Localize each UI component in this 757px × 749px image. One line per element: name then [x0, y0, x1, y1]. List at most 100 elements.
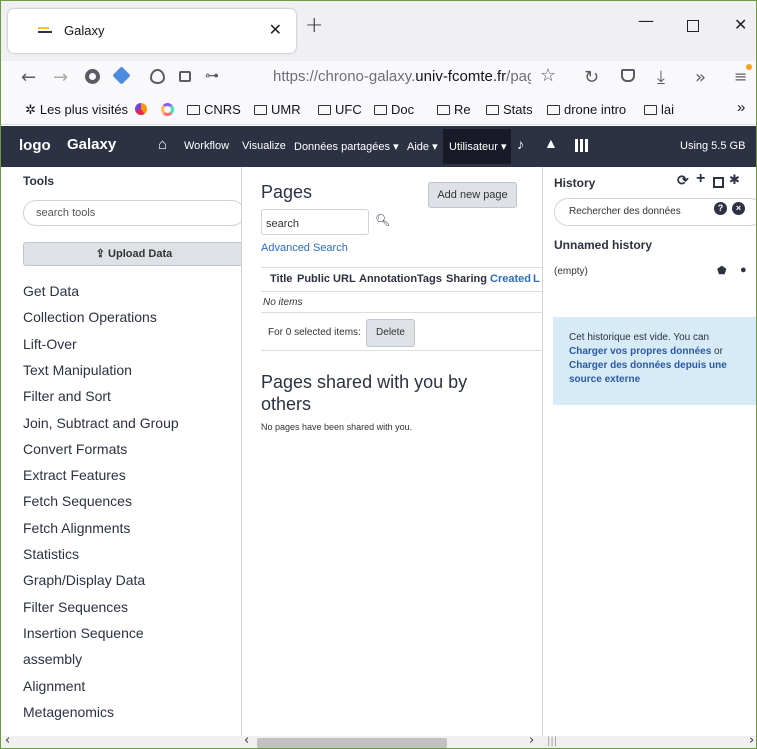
multiview-icon[interactable] — [713, 177, 724, 188]
add-new-page-button[interactable]: Add new page — [428, 182, 517, 208]
logo-text[interactable]: logo — [19, 137, 51, 154]
upload-own-data-link[interactable]: Charger vos propres données — [569, 346, 711, 357]
tool-section[interactable]: Text Manipulation — [23, 362, 132, 378]
pages-search-input[interactable]: search — [261, 209, 369, 235]
url-field[interactable]: https://chrono-galaxy.univ-fcomte.fr/pag — [273, 68, 531, 85]
tool-search-input[interactable]: search tools — [23, 200, 245, 226]
menu-icon[interactable]: ≡ — [734, 67, 747, 86]
bookmarks-overflow-icon[interactable]: » — [737, 99, 745, 116]
tool-section[interactable]: Alignment — [23, 678, 85, 694]
bookmark-most-visited[interactable]: ✲ Les plus visités — [25, 102, 128, 118]
reload-icon[interactable]: ↻ — [584, 67, 599, 88]
bookmark-doc[interactable]: Doc — [374, 102, 414, 117]
close-window-icon[interactable]: ✕ — [734, 15, 747, 34]
bookmark-umr[interactable]: UMR — [254, 102, 301, 117]
history-name[interactable]: Unnamed history — [554, 238, 652, 252]
extension-icon[interactable] — [112, 66, 131, 85]
bookmark-stats[interactable]: Stats — [486, 102, 533, 117]
tool-section[interactable]: Join, Subtract and Group — [23, 415, 179, 431]
nav-user[interactable]: Utilisateur ▾ — [449, 140, 506, 153]
search-icon[interactable]: 🔍︎ — [375, 213, 390, 227]
apps-grid-icon[interactable] — [575, 139, 588, 152]
graduation-cap-icon[interactable]: ▲ — [544, 135, 558, 151]
switch-history-icon[interactable]: ⟳ — [677, 172, 689, 189]
maximize-icon[interactable] — [687, 20, 699, 32]
bookmark-star-icon[interactable]: ☆ — [540, 65, 556, 86]
upload-data-button[interactable]: ⇪ Upload Data — [23, 242, 245, 266]
column-public-url[interactable]: Public URL — [297, 273, 356, 285]
browser-tab[interactable]: Galaxy ✕ — [8, 9, 296, 53]
folder-icon — [254, 105, 267, 115]
tool-section[interactable]: Filter Sequences — [23, 599, 128, 615]
scroll-left-arrow-icon[interactable]: ‹ — [5, 733, 10, 748]
bookmark-lai[interactable]: lai — [644, 102, 674, 117]
annotation-icon[interactable]: ● — [740, 264, 747, 276]
tool-section[interactable]: Metagenomics — [23, 704, 114, 720]
firefox-icon[interactable] — [135, 103, 147, 115]
column-annotation[interactable]: Annotation — [359, 273, 417, 285]
scroll-right-arrow-icon[interactable]: › — [749, 733, 754, 748]
bookmark-ufc[interactable]: UFC — [318, 102, 362, 117]
table-top-border — [261, 267, 544, 268]
pocket-icon[interactable] — [621, 69, 635, 82]
tool-section[interactable]: Statistics — [23, 546, 79, 562]
qwant-icon[interactable] — [161, 103, 174, 116]
tool-section[interactable]: Fetch Sequences — [23, 493, 132, 509]
reload-site-icon[interactable] — [85, 69, 100, 84]
home-icon[interactable]: ⌂ — [158, 136, 167, 153]
tags-icon[interactable]: ⬟ — [717, 264, 727, 277]
tool-section[interactable]: Filter and Sort — [23, 388, 111, 404]
center-scroll-right-arrow-icon[interactable]: › — [529, 733, 534, 748]
horizontal-scrollbar[interactable]: ‹ ‹ › ||| › — [1, 733, 756, 748]
tool-section[interactable]: assembly — [23, 651, 82, 667]
new-tab-button[interactable]: + — [305, 13, 323, 38]
help-icon[interactable]: ? — [714, 202, 727, 215]
clear-search-icon[interactable]: × — [732, 202, 745, 215]
tool-section[interactable]: Extract Features — [23, 467, 126, 483]
bookmark-cnrs[interactable]: CNRS — [187, 102, 241, 117]
column-title[interactable]: Title — [270, 273, 292, 285]
new-history-icon[interactable]: + — [696, 170, 705, 188]
column-created[interactable]: Created — [490, 273, 531, 285]
tool-section[interactable]: Graph/Display Data — [23, 572, 145, 588]
nav-visualize[interactable]: Visualize — [242, 140, 286, 152]
tool-section[interactable]: Insertion Sequence — [23, 625, 144, 641]
nav-workflow[interactable]: Workflow — [184, 140, 229, 152]
permissions-icon[interactable]: ⊶ — [205, 68, 219, 84]
back-icon[interactable]: ← — [21, 67, 36, 88]
forward-icon[interactable]: → — [53, 67, 68, 88]
center-scroll-left-arrow-icon[interactable]: ‹ — [244, 733, 249, 748]
history-search-input[interactable]: Rechercher des données — [554, 198, 756, 226]
tool-section[interactable]: Get Data — [23, 283, 79, 299]
bookmark-label: drone intro — [564, 102, 627, 117]
tool-section[interactable]: Fetch Alignments — [23, 520, 130, 536]
tool-section[interactable]: Collection Operations — [23, 309, 157, 325]
minimize-icon[interactable]: — — [638, 11, 654, 30]
panel-drag-handle-icon[interactable]: ||| — [547, 736, 557, 747]
column-last-updated[interactable]: L — [533, 273, 540, 285]
tool-section[interactable]: Convert Formats — [23, 441, 127, 457]
bookmark-drone-intro[interactable]: drone intro — [547, 102, 626, 117]
advanced-search-link[interactable]: Advanced Search — [261, 242, 348, 254]
nav-help[interactable]: Aide ▾ — [407, 140, 438, 153]
tool-section[interactable]: Lift-Over — [23, 336, 77, 352]
import-external-data-link[interactable]: Charger des données depuis une source ex… — [569, 360, 727, 385]
notifications-bell-icon[interactable]: ♪ — [517, 136, 524, 152]
lock-icon[interactable] — [179, 71, 191, 82]
overflow-icon[interactable]: » — [695, 67, 706, 88]
quota-usage[interactable]: Using 5.5 GB — [680, 140, 745, 152]
scroll-thumb[interactable] — [257, 738, 447, 748]
history-options-gear-icon[interactable]: ✱ — [729, 172, 740, 188]
brand-title[interactable]: Galaxy — [67, 136, 116, 153]
folder-icon — [318, 105, 331, 115]
bookmarks-bar: ✲ Les plus visités CNRS UMR UFC Doc Re St… — [1, 95, 756, 125]
nav-shared-data[interactable]: Données partagées ▾ — [294, 140, 399, 153]
delete-button[interactable]: Delete — [366, 319, 415, 347]
bookmark-re[interactable]: Re — [437, 102, 471, 117]
download-icon[interactable]: ⤓ — [657, 67, 665, 88]
bookmark-label: Les plus visités — [39, 102, 129, 117]
tracking-shield-icon[interactable] — [150, 69, 165, 84]
close-tab-icon[interactable]: ✕ — [269, 20, 282, 39]
column-sharing[interactable]: Sharing — [446, 273, 487, 285]
column-tags[interactable]: Tags — [417, 273, 442, 285]
